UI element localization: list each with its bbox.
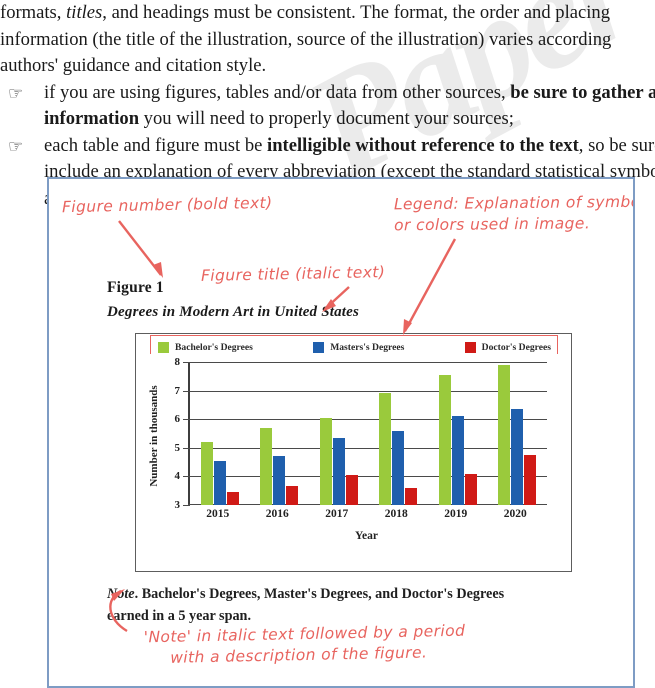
paragraph-line-2: information (the title of the illustrati… — [0, 28, 612, 50]
bar — [511, 409, 524, 505]
pointing-hand-icon: ☞ — [8, 83, 24, 103]
chart-legend: Bachelor's Degrees Masters's Degrees Doc… — [152, 339, 557, 356]
arrow-line-legend — [403, 238, 457, 332]
y-tick-label: 6 — [174, 413, 181, 426]
figure-number-label: Figure 1 — [107, 279, 164, 296]
bar — [332, 437, 345, 505]
legend-label-masters: Masters's Degrees — [330, 342, 405, 353]
y-axis-label: Number in thousands — [148, 385, 160, 487]
bullet-1-line-2: information you will need to properly do… — [44, 106, 655, 133]
bar — [319, 417, 332, 505]
y-tick-mark — [183, 419, 190, 421]
bullet-1-line-2-bold: information — [44, 108, 140, 129]
bar — [392, 430, 405, 505]
bullet-2-line-1: each table and figure must be intelligib… — [44, 133, 655, 160]
bar-group — [488, 362, 548, 505]
y-tick-mark — [183, 390, 190, 392]
annotation-figure-title: Figure title (italic text) — [200, 263, 386, 285]
bar — [405, 487, 418, 505]
y-tick-mark — [183, 362, 190, 363]
bullet-item-1: ☞ if you are using figures, tables and/o… — [0, 80, 655, 133]
chart-plot-area: Number in thousands 876543 2015 2016 2017 2… — [136, 356, 573, 571]
paragraph-line-3: authors' guidance and citation style. — [0, 55, 267, 76]
arrow-line-figure-number — [118, 220, 162, 276]
bar — [345, 474, 358, 505]
paragraph-line-1-part-a: formats, — [0, 2, 67, 23]
bar-group — [250, 362, 310, 505]
bullet-2-line-1-rest: , so be sure to — [578, 134, 655, 156]
x-tick-label: 2019 — [444, 508, 468, 520]
annotation-legend: Legend: Explanation of symbols or colors… — [393, 192, 635, 237]
y-tick-mark — [183, 476, 190, 478]
figure-note-word: Note — [107, 586, 135, 602]
annotation-legend-line-2: or colors used in image. — [394, 214, 591, 235]
y-tick-label: 4 — [174, 470, 181, 483]
paragraph-intro: formats, titles, and headings must be co… — [0, 0, 655, 80]
x-tick-label: 2016 — [265, 508, 289, 520]
bar — [226, 492, 239, 505]
bullet-1-line-1-bold: be sure to gather all th — [510, 81, 655, 103]
legend-label-bachelors: Bachelor's Degrees — [175, 342, 253, 353]
bar — [200, 442, 213, 505]
x-axis-label: Year — [355, 530, 378, 542]
y-tick-label: 8 — [174, 356, 181, 368]
bar-group — [369, 362, 429, 505]
bar — [273, 456, 286, 505]
legend-item-doctors: Doctor's Degrees — [464, 342, 551, 353]
bar — [524, 454, 537, 505]
legend-swatch-bachelors — [158, 342, 169, 353]
bar — [451, 416, 464, 505]
bar — [498, 364, 511, 505]
legend-label-doctors: Doctor's Degrees — [481, 342, 551, 353]
bar — [286, 486, 299, 505]
annotation-figure-number: Figure number (bold text) — [61, 193, 273, 217]
bullet-1-line-2-text: you will need to properly document your … — [139, 108, 514, 129]
bar-group — [190, 362, 250, 505]
annotation-note: 'Note' in italic text followed by a peri… — [144, 621, 466, 670]
bullet-1-line-1: if you are using figures, tables and/or … — [44, 80, 655, 107]
annotation-legend-line-1: Legend: Explanation of symbols — [393, 192, 635, 214]
paragraph-line-1-part-b: , and headings must be consistent. The f… — [102, 2, 611, 23]
pointing-hand-icon: ☞ — [8, 136, 24, 156]
legend-swatch-masters — [313, 342, 325, 353]
bar — [213, 460, 226, 505]
x-tick-label: 2017 — [325, 508, 349, 520]
bullet-2-line-1-text: each table and figure must be — [44, 134, 268, 156]
bullet-1-line-1-text: if you are using figures, tables and/or … — [44, 81, 511, 103]
bullet-2-line-1-bold: intelligible without reference to the te… — [267, 134, 579, 156]
bar — [379, 393, 392, 505]
paragraph-line-1: formats, titles, and headings must be co… — [0, 0, 655, 27]
paragraph-line-1-italic: titles — [66, 2, 103, 23]
bar-groups — [190, 362, 547, 505]
bar-chart: Bachelor's Degrees Masters's Degrees Doc… — [135, 333, 572, 572]
y-tick-label: 7 — [174, 384, 181, 397]
figure-note-line-1: Bachelor's Degrees, Master's Degrees, an… — [138, 586, 505, 602]
figure-title-label: Degrees in Modern Art in United States — [107, 304, 360, 320]
bar — [438, 374, 451, 505]
x-tick-label: 2018 — [384, 508, 408, 520]
y-tick-mark — [183, 447, 190, 449]
y-tick-label: 3 — [174, 499, 181, 511]
x-tick-label: 2015 — [206, 508, 230, 520]
x-tick-label: 2020 — [503, 508, 527, 520]
bar — [464, 473, 477, 505]
arrow-head-figure-number — [153, 262, 163, 278]
figure-note: Note. Bachelor's Degrees, Master's Degre… — [107, 583, 577, 627]
y-tick-mark — [183, 505, 190, 506]
x-axis-ticks: 2015 2016 2017 2018 2019 2020 — [188, 508, 545, 520]
figure-note-line-2: earned in a 5 year span. — [107, 608, 251, 624]
bar-group — [428, 362, 488, 505]
bar — [260, 427, 273, 505]
legend-item-masters: Masters's Degrees — [313, 342, 404, 353]
plot-canvas — [183, 362, 547, 506]
legend-swatch-doctors — [464, 342, 476, 353]
legend-item-bachelors: Bachelor's Degrees — [158, 342, 253, 353]
y-tick-label: 5 — [174, 441, 181, 454]
figure-annotation-panel: Figure number (bold text) Legend: Explan… — [47, 177, 635, 688]
bar-group — [309, 362, 369, 505]
